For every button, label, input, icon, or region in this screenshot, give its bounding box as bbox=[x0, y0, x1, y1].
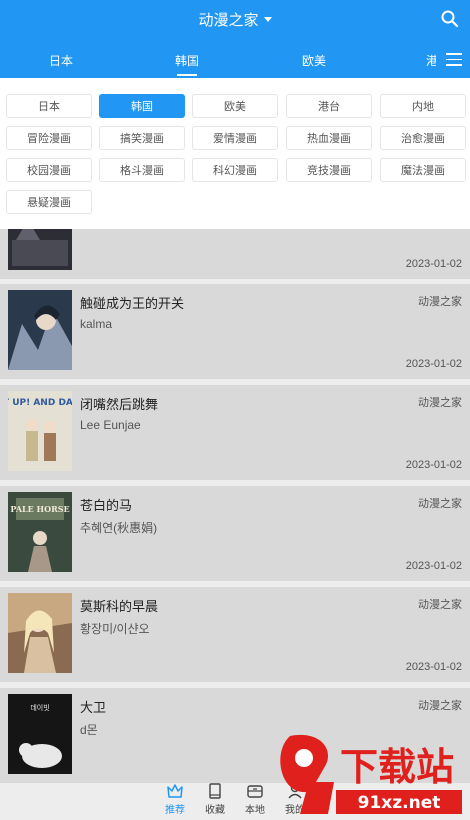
comic-author: Lee Eunjae bbox=[80, 418, 141, 432]
region-tabs: 日本 韩国 欧美 港台 bbox=[0, 48, 470, 78]
comic-list: 2023-01-02 触碰成为王的开关 kalma 动漫之家 2023-01-0… bbox=[0, 229, 470, 789]
update-date: 2023-01-02 bbox=[405, 258, 462, 270]
comic-source: 动漫之家 bbox=[418, 296, 462, 308]
comic-author: d몬 bbox=[80, 723, 98, 737]
filter-chip[interactable]: 悬疑漫画 bbox=[6, 190, 92, 214]
filter-chip[interactable]: 竞技漫画 bbox=[286, 158, 372, 182]
book-icon bbox=[209, 783, 221, 799]
comic-cover bbox=[8, 290, 72, 370]
tab-korea[interactable]: 韩国 bbox=[175, 52, 199, 69]
search-icon[interactable] bbox=[440, 9, 460, 29]
app-header: 动漫之家 日本 韩国 欧美 港台 bbox=[0, 0, 470, 78]
filter-chip-active[interactable]: 韩国 bbox=[99, 94, 185, 118]
comic-title: 大卫 bbox=[80, 700, 107, 715]
update-date: 2023-01-02 bbox=[405, 560, 462, 572]
filter-chip[interactable]: 校园漫画 bbox=[6, 158, 92, 182]
nav-label: 推荐 bbox=[165, 805, 185, 816]
list-item[interactable]: SHUT UP! AND DANCE? 闭嘴然后跳舞 Lee Eunjae 动漫… bbox=[0, 385, 470, 480]
comic-cover bbox=[8, 229, 72, 270]
filter-chip[interactable]: 治愈漫画 bbox=[380, 126, 466, 150]
filter-chip[interactable]: 港台 bbox=[286, 94, 372, 118]
filter-chip[interactable]: 搞笑漫画 bbox=[99, 126, 185, 150]
list-item[interactable]: 触碰成为王的开关 kalma 动漫之家 2023-01-02 bbox=[0, 284, 470, 379]
comic-title: 苍白的马 bbox=[80, 498, 133, 513]
menu-icon[interactable] bbox=[446, 53, 462, 67]
site-watermark-logo: 下载站 91xz.net bbox=[280, 734, 462, 814]
tab-hktw[interactable]: 港台 bbox=[426, 52, 436, 69]
list-item[interactable]: 莫斯科的早晨 황장미/이샨오 动漫之家 2023-01-02 bbox=[0, 587, 470, 682]
nav-label: 收藏 bbox=[205, 805, 225, 816]
comic-cover: SHUT UP! AND DANCE? bbox=[8, 391, 72, 471]
cover-title-art: SHUT UP! AND DANCE? bbox=[8, 398, 72, 408]
filter-chip[interactable]: 格斗漫画 bbox=[99, 158, 185, 182]
cover-title-art: 데이빗 bbox=[30, 703, 49, 712]
watermark-text: 下载站 bbox=[340, 745, 454, 789]
cover-title-art: PALE HORSE bbox=[10, 504, 69, 514]
comic-cover: 데이빗 bbox=[8, 694, 72, 774]
filter-chip[interactable]: 科幻漫画 bbox=[192, 158, 278, 182]
comic-source: 动漫之家 bbox=[418, 700, 462, 712]
filter-chip[interactable]: 魔法漫画 bbox=[380, 158, 466, 182]
filter-chip[interactable]: 欧美 bbox=[192, 94, 278, 118]
comic-cover bbox=[8, 593, 72, 673]
comic-author: 황장미/이샨오 bbox=[80, 622, 150, 636]
storage-icon bbox=[247, 785, 263, 798]
comic-title: 触碰成为王的开关 bbox=[80, 296, 185, 311]
nav-favorites[interactable]: 收藏 bbox=[200, 782, 230, 816]
filter-chip[interactable]: 日本 bbox=[6, 94, 92, 118]
filter-panel: 日本 韩国 欧美 港台 内地 冒险漫画 搞笑漫画 爱情漫画 热血漫画 治愈漫画 … bbox=[0, 78, 470, 229]
source-title-dropdown[interactable]: 动漫之家 bbox=[0, 9, 470, 30]
chevron-down-icon bbox=[263, 16, 272, 22]
comic-source: 动漫之家 bbox=[418, 397, 462, 409]
tab-western[interactable]: 欧美 bbox=[302, 52, 326, 69]
nav-recommend[interactable]: 推荐 bbox=[160, 782, 190, 816]
watermark-url: 91xz.net bbox=[358, 793, 441, 813]
filter-chip[interactable]: 冒险漫画 bbox=[6, 126, 92, 150]
update-date: 2023-01-02 bbox=[405, 459, 462, 471]
comic-source: 动漫之家 bbox=[418, 599, 462, 611]
list-item[interactable]: PALE HORSE 苍白的马 추혜연(秋惠娟) 动漫之家 2023-01-02 bbox=[0, 486, 470, 581]
tab-japan[interactable]: 日本 bbox=[49, 52, 73, 69]
source-title: 动漫之家 bbox=[198, 12, 259, 29]
comic-title: 莫斯科的早晨 bbox=[80, 599, 159, 614]
update-date: 2023-01-02 bbox=[405, 358, 462, 370]
comic-cover: PALE HORSE bbox=[8, 492, 72, 572]
update-date: 2023-01-02 bbox=[405, 661, 462, 673]
comic-author: kalma bbox=[80, 317, 113, 331]
crown-icon bbox=[167, 784, 183, 798]
filter-chip[interactable]: 内地 bbox=[380, 94, 466, 118]
comic-source: 动漫之家 bbox=[418, 498, 462, 510]
filter-chip[interactable]: 热血漫画 bbox=[286, 126, 372, 150]
comic-author: 추혜연(秋惠娟) bbox=[80, 521, 158, 535]
filter-chip[interactable]: 爱情漫画 bbox=[192, 126, 278, 150]
nav-local[interactable]: 本地 bbox=[240, 782, 270, 816]
list-item[interactable]: 2023-01-02 bbox=[0, 229, 470, 279]
comic-title: 闭嘴然后跳舞 bbox=[80, 397, 159, 412]
nav-label: 本地 bbox=[245, 805, 265, 816]
